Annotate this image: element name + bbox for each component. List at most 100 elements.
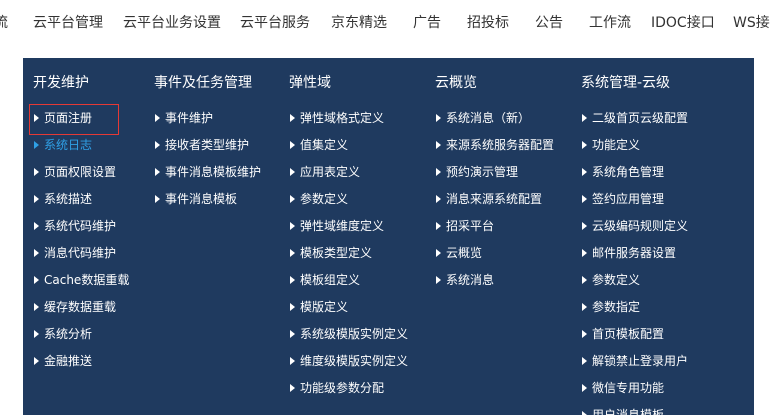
menu-item-page-permission[interactable]: 页面权限设置 [33,161,116,183]
menu-item-system-description[interactable]: 系统描述 [33,188,92,210]
caret-right-icon [155,168,160,176]
caret-right-icon [582,357,587,365]
caret-right-icon [582,330,587,338]
menu-item-label: 事件维护 [165,111,214,125]
menu-item-wechat-function[interactable]: 微信专用功能 [581,377,664,399]
menu-item-procurement-platform[interactable]: 招采平台 [435,215,494,237]
menu-item-template-definition[interactable]: 模版定义 [289,296,348,318]
nav-item-workflow[interactable]: 工作流 [589,13,631,33]
menu-item-flexfield-format[interactable]: 弹性域格式定义 [289,107,384,129]
menu-item-user-message-template[interactable]: 用户消息模板 [581,404,664,415]
menu-item-cloud-parameter-definition[interactable]: 参数定义 [581,269,640,291]
caret-right-icon [582,168,587,176]
menu-item-event-message-template[interactable]: 事件消息模板 [154,188,237,210]
menu-item-parameter-definition[interactable]: 参数定义 [289,188,348,210]
nav-item-jd-selection[interactable]: 京东精选 [331,13,387,33]
menu-item-system-template-instance[interactable]: 系统级模版实例定义 [289,323,408,345]
menu-item-label: 值集定义 [300,138,349,152]
menu-item-message-code[interactable]: 消息代码维护 [33,242,116,264]
menu-item-label: 微信专用功能 [592,381,665,395]
caret-right-icon [290,114,295,122]
caret-right-icon [34,303,39,311]
nav-item-cloud-services[interactable]: 云平台服务 [240,13,310,33]
caret-right-icon [290,195,295,203]
menu-item-value-set[interactable]: 值集定义 [289,134,348,156]
menu-item-system-analysis[interactable]: 系统分析 [33,323,92,345]
menu-item-template-type[interactable]: 模板类型定义 [289,242,372,264]
menu-item-label: 模板类型定义 [300,246,373,260]
menu-item-cache-reload[interactable]: Cache数据重载 [33,269,129,291]
caret-right-icon [155,195,160,203]
caret-right-icon [155,114,160,122]
menu-item-demo-booking[interactable]: 预约演示管理 [435,161,518,183]
menu-item-label: 系统分析 [44,327,93,341]
top-navigation-bar: 流 云平台管理 云平台业务设置 云平台服务 京东精选 广告 招投标 公告 工作流… [0,0,772,46]
menu-item-label: 签约应用管理 [592,192,665,206]
caret-right-icon [582,141,587,149]
menu-item-event-maintenance[interactable]: 事件维护 [154,107,213,129]
menu-item-label: 系统描述 [44,192,93,206]
caret-right-icon [290,168,295,176]
caret-right-icon [290,249,295,257]
menu-item-label: 参数指定 [592,300,641,314]
menu-item-contract-app[interactable]: 签约应用管理 [581,188,664,210]
caret-right-icon [436,141,441,149]
caret-right-icon [290,222,295,230]
nav-item-idoc-interface[interactable]: IDOC接口 [651,13,715,33]
column-title: 云概览 [435,75,477,91]
menu-item-system-log[interactable]: 系统日志 [33,134,92,156]
menu-item-label: 系统消息（新） [446,111,531,125]
menu-item-dimension-template-instance[interactable]: 维度级模版实例定义 [289,350,408,372]
nav-item-cloud-platform-management[interactable]: 云平台管理 [33,13,103,33]
caret-right-icon [290,141,295,149]
menu-item-event-message-template-maintenance[interactable]: 事件消息模板维护 [154,161,261,183]
menu-item-label: 首页模板配置 [592,327,665,341]
nav-item-cloud-business-settings[interactable]: 云平台业务设置 [123,13,221,33]
menu-item-function-parameter-assignment[interactable]: 功能级参数分配 [289,377,384,399]
menu-item-cloud-overview[interactable]: 云概览 [435,242,482,264]
menu-item-system-role[interactable]: 系统角色管理 [581,161,664,183]
menu-item-cloud-coding-rule[interactable]: 云级编码规则定义 [581,215,688,237]
menu-item-unlock-user[interactable]: 解锁禁止登录用户 [581,350,688,372]
menu-item-label: 系统日志 [44,138,93,152]
menu-item-template-group[interactable]: 模板组定义 [289,269,360,291]
menu-item-secondary-home-config[interactable]: 二级首页云级配置 [581,107,688,129]
column-title: 系统管理-云级 [581,75,671,91]
caret-right-icon [34,114,39,122]
menu-item-page-registration[interactable]: 页面注册 [33,107,92,129]
menu-item-system-message-new[interactable]: 系统消息（新） [435,107,530,129]
menu-item-application-table[interactable]: 应用表定义 [289,161,360,183]
menu-item-mail-server[interactable]: 邮件服务器设置 [581,242,676,264]
nav-item-ws-interface-cut[interactable]: WS接 [733,13,770,33]
menu-item-system-message[interactable]: 系统消息 [435,269,494,291]
menu-item-source-server-config[interactable]: 来源系统服务器配置 [435,134,554,156]
menu-item-label: 云概览 [446,246,483,260]
nav-item-announcement[interactable]: 公告 [535,13,563,33]
menu-item-home-template-config[interactable]: 首页模板配置 [581,323,664,345]
menu-item-finance-push[interactable]: 金融推送 [33,350,92,372]
menu-item-receiver-type[interactable]: 接收者类型维护 [154,134,249,156]
menu-item-flexfield-dimension[interactable]: 弹性域维度定义 [289,215,384,237]
caret-right-icon [290,357,295,365]
menu-item-buffer-reload[interactable]: 缓存数据重载 [33,296,116,318]
menu-item-label: 消息来源系统配置 [446,192,543,206]
menu-item-label: 接收者类型维护 [165,138,250,152]
menu-item-parameter-assignment[interactable]: 参数指定 [581,296,640,318]
menu-item-label: 系统代码维护 [44,219,117,233]
menu-item-label: 系统角色管理 [592,165,665,179]
menu-item-system-code[interactable]: 系统代码维护 [33,215,116,237]
caret-right-icon [34,249,39,257]
nav-item-advertising[interactable]: 广告 [413,13,441,33]
menu-item-function-definition[interactable]: 功能定义 [581,134,640,156]
menu-item-label: 系统消息 [446,273,495,287]
nav-item-bidding[interactable]: 招投标 [467,13,509,33]
caret-right-icon [582,222,587,230]
caret-right-icon [34,276,39,284]
menu-item-label: 消息代码维护 [44,246,117,260]
menu-item-label: 解锁禁止登录用户 [592,354,689,368]
menu-item-label: 用户消息模板 [592,408,665,415]
menu-item-message-source-config[interactable]: 消息来源系统配置 [435,188,542,210]
caret-right-icon [34,195,39,203]
nav-item-workflow-cut[interactable]: 流 [0,13,8,33]
caret-right-icon [290,384,295,392]
